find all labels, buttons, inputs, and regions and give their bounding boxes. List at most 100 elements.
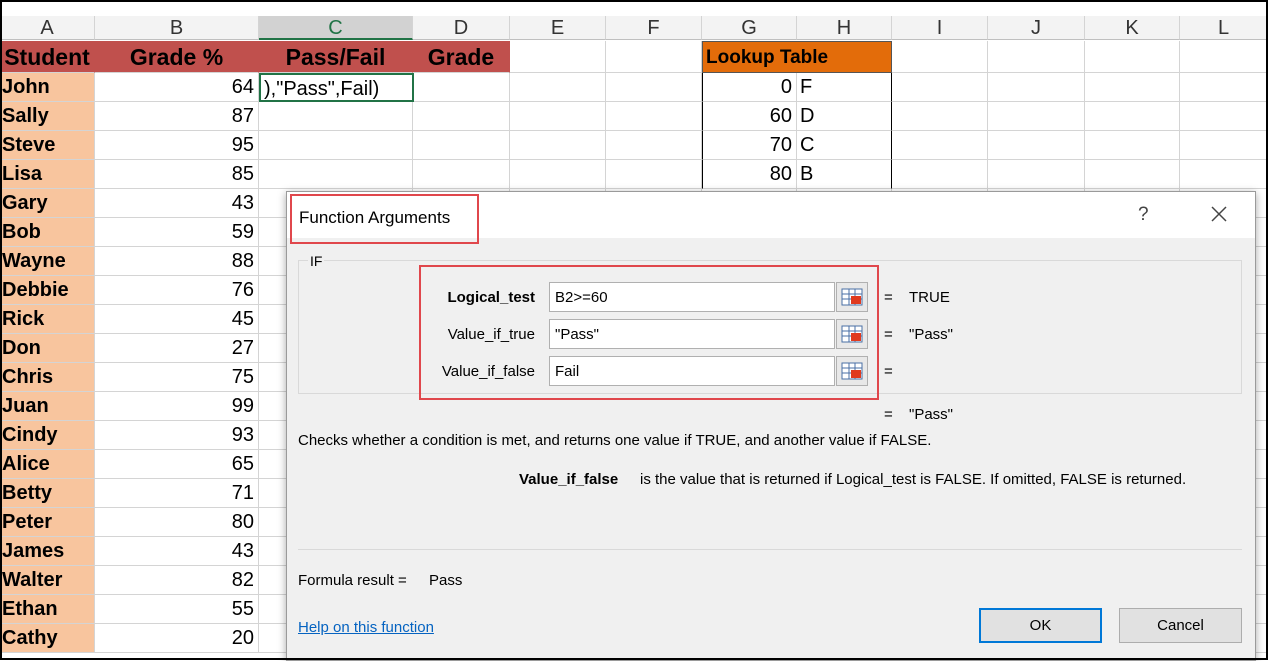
column-header-a[interactable]: A — [0, 16, 95, 40]
logical-test-ref-button[interactable] — [836, 282, 868, 312]
column-header-g[interactable]: G — [702, 16, 797, 40]
lookup-score-cell[interactable]: 0 — [702, 73, 797, 102]
cell[interactable] — [606, 102, 702, 131]
cell[interactable] — [1180, 160, 1268, 189]
student-name-cell[interactable]: Don — [0, 334, 95, 363]
lookup-score-cell[interactable]: 60 — [702, 102, 797, 131]
cell[interactable] — [988, 73, 1085, 102]
column-header-h[interactable]: H — [797, 16, 892, 40]
cell[interactable] — [413, 131, 510, 160]
column-header-i[interactable]: I — [892, 16, 988, 40]
cell[interactable] — [1085, 160, 1180, 189]
lookup-score-cell[interactable]: 70 — [702, 131, 797, 160]
cell[interactable] — [892, 102, 988, 131]
cell[interactable] — [1180, 41, 1268, 73]
lookup-score-cell[interactable]: 80 — [702, 160, 797, 189]
active-cell[interactable]: ),"Pass",Fail) — [259, 73, 414, 102]
grade-cell[interactable]: 43 — [95, 537, 259, 566]
student-name-cell[interactable]: John — [0, 73, 95, 102]
cell[interactable] — [1180, 131, 1268, 160]
student-name-cell[interactable]: Cindy — [0, 421, 95, 450]
cell[interactable] — [413, 160, 510, 189]
value-if-true-input[interactable] — [549, 319, 835, 349]
student-name-cell[interactable]: Rick — [0, 305, 95, 334]
cell[interactable] — [606, 41, 702, 73]
student-name-cell[interactable]: Cathy — [0, 624, 95, 653]
grade-cell[interactable]: 82 — [95, 566, 259, 595]
header-grade-pct[interactable]: Grade % — [95, 41, 259, 73]
cell[interactable] — [510, 131, 606, 160]
header-student[interactable]: Student — [0, 41, 95, 73]
column-header-d[interactable]: D — [413, 16, 510, 40]
grade-cell[interactable]: 27 — [95, 334, 259, 363]
cell[interactable] — [988, 41, 1085, 73]
value-if-false-input[interactable] — [549, 356, 835, 386]
cell[interactable] — [510, 41, 606, 73]
logical-test-input[interactable] — [549, 282, 835, 312]
cell[interactable] — [1180, 102, 1268, 131]
column-header-f[interactable]: F — [606, 16, 702, 40]
cell[interactable] — [892, 131, 988, 160]
grade-cell[interactable]: 71 — [95, 479, 259, 508]
column-header-b[interactable]: B — [95, 16, 259, 40]
cell[interactable] — [510, 73, 606, 102]
help-icon[interactable]: ? — [1138, 204, 1149, 226]
student-name-cell[interactable]: James — [0, 537, 95, 566]
column-header-e[interactable]: E — [510, 16, 606, 40]
cell[interactable] — [510, 160, 606, 189]
grade-cell[interactable]: 64 — [95, 73, 259, 102]
lookup-letter-cell[interactable]: B — [797, 160, 892, 189]
student-name-cell[interactable]: Gary — [0, 189, 95, 218]
grade-cell[interactable]: 99 — [95, 392, 259, 421]
cell[interactable] — [606, 73, 702, 102]
grade-cell[interactable]: 95 — [95, 131, 259, 160]
cell[interactable] — [892, 160, 988, 189]
column-header-k[interactable]: K — [1085, 16, 1180, 40]
student-name-cell[interactable]: Alice — [0, 450, 95, 479]
student-name-cell[interactable]: Sally — [0, 102, 95, 131]
cell[interactable] — [892, 73, 988, 102]
cell[interactable] — [259, 160, 413, 189]
column-header-l[interactable]: L — [1180, 16, 1268, 40]
lookup-letter-cell[interactable]: D — [797, 102, 892, 131]
cell[interactable] — [413, 73, 510, 102]
lookup-letter-cell[interactable]: F — [797, 73, 892, 102]
grade-cell[interactable]: 93 — [95, 421, 259, 450]
grade-cell[interactable]: 87 — [95, 102, 259, 131]
cancel-button[interactable]: Cancel — [1119, 608, 1242, 643]
cell[interactable] — [1085, 73, 1180, 102]
student-name-cell[interactable]: Ethan — [0, 595, 95, 624]
grade-cell[interactable]: 55 — [95, 595, 259, 624]
grade-cell[interactable]: 88 — [95, 247, 259, 276]
grade-cell[interactable]: 80 — [95, 508, 259, 537]
grade-cell[interactable]: 20 — [95, 624, 259, 653]
student-name-cell[interactable]: Debbie — [0, 276, 95, 305]
lookup-letter-cell[interactable]: C — [797, 131, 892, 160]
cell[interactable] — [1085, 131, 1180, 160]
grade-cell[interactable]: 76 — [95, 276, 259, 305]
cell[interactable] — [606, 160, 702, 189]
ok-button[interactable]: OK — [979, 608, 1102, 643]
student-name-cell[interactable]: Steve — [0, 131, 95, 160]
cell[interactable] — [988, 102, 1085, 131]
grade-cell[interactable]: 85 — [95, 160, 259, 189]
cell[interactable] — [606, 131, 702, 160]
student-name-cell[interactable]: Bob — [0, 218, 95, 247]
cell[interactable] — [1180, 73, 1268, 102]
cell[interactable] — [988, 131, 1085, 160]
student-name-cell[interactable]: Betty — [0, 479, 95, 508]
student-name-cell[interactable]: Peter — [0, 508, 95, 537]
student-name-cell[interactable]: Walter — [0, 566, 95, 595]
grade-cell[interactable]: 65 — [95, 450, 259, 479]
cell[interactable] — [413, 102, 510, 131]
grade-cell[interactable]: 43 — [95, 189, 259, 218]
column-header-j[interactable]: J — [988, 16, 1085, 40]
value-if-true-ref-button[interactable] — [836, 319, 868, 349]
student-name-cell[interactable]: Juan — [0, 392, 95, 421]
student-name-cell[interactable]: Chris — [0, 363, 95, 392]
value-if-false-ref-button[interactable] — [836, 356, 868, 386]
cell[interactable] — [510, 102, 606, 131]
header-grade[interactable]: Grade — [413, 41, 510, 73]
student-name-cell[interactable]: Wayne — [0, 247, 95, 276]
cell[interactable] — [1085, 102, 1180, 131]
